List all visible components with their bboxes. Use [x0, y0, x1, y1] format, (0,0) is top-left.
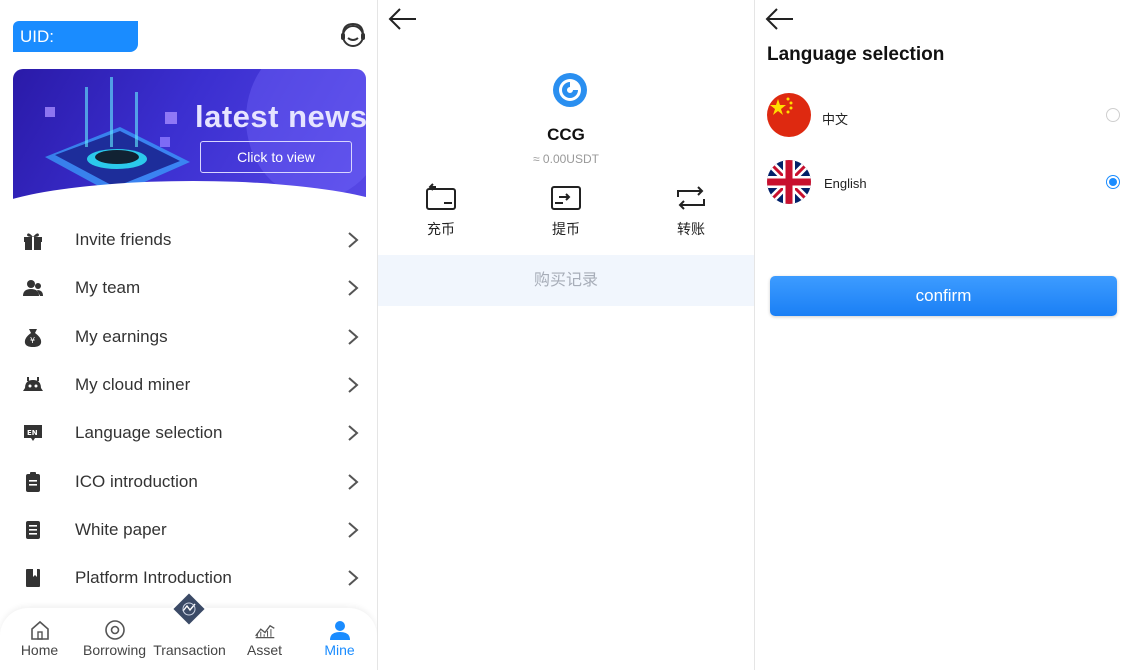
tab-label: Home: [20, 642, 59, 658]
chevron-right-icon: [348, 522, 359, 538]
language-label: English: [824, 176, 867, 191]
menu-item-label: My cloud miner: [75, 375, 191, 395]
exchange-diamond-icon[interactable]: [170, 590, 208, 628]
withdraw-label: 提币: [552, 221, 580, 237]
deposit-button[interactable]: 充币: [406, 183, 476, 239]
target-icon: [104, 620, 125, 640]
menu-item-label: My team: [75, 278, 141, 298]
money-bag-icon: ¥: [24, 328, 42, 347]
menu-item-label: Language selection: [75, 423, 223, 443]
bookmark-book-icon: [26, 569, 40, 588]
blockchain-illustration: [45, 77, 190, 195]
banner-headline: latest news: [195, 99, 366, 134]
chevron-right-icon: [348, 570, 359, 586]
gift-icon: [24, 233, 42, 251]
user-icon: [329, 621, 350, 640]
menu-item-label: My earnings: [75, 326, 168, 346]
radio-chinese[interactable]: [1106, 108, 1120, 122]
asset-detail-screen: CCG ≈ 0.00USDT 充币 提币 转账 购买记录: [378, 0, 754, 670]
language-option-chinese[interactable]: 中文: [755, 91, 1133, 141]
language-label: 中文: [822, 112, 849, 127]
menu-item-language-selection[interactable]: EN Language selection: [0, 409, 377, 457]
menu-item-invite-friends[interactable]: Invite friends: [0, 216, 377, 264]
transfer-label: 转账: [677, 221, 705, 237]
mine-menu: Invite friends My team ¥ My earnings My …: [0, 216, 377, 602]
deposit-icon: [426, 183, 456, 210]
team-icon: [23, 280, 43, 297]
chevron-right-icon: [348, 232, 359, 248]
transfer-button[interactable]: 转账: [656, 183, 726, 239]
click-to-view-button[interactable]: Click to view: [200, 141, 352, 173]
document-icon: [26, 471, 40, 492]
uk-flag-icon: [767, 160, 811, 204]
news-banner[interactable]: latest news Click to view: [13, 69, 366, 205]
language-selection-screen: Language selection 中文 English confirm: [755, 0, 1133, 670]
chevron-right-icon: [348, 280, 359, 297]
chevron-right-icon: [348, 425, 359, 442]
menu-item-label: Invite friends: [75, 230, 172, 250]
menu-item-label: ICO introduction: [75, 471, 198, 491]
menu-item-my-team[interactable]: My team: [0, 264, 377, 312]
chevron-right-icon: [348, 328, 359, 345]
language-option-english[interactable]: English: [755, 158, 1133, 208]
menu-item-white-paper[interactable]: White paper: [0, 506, 377, 554]
withdraw-button[interactable]: 提币: [531, 183, 601, 239]
ccg-coin-logo: [553, 73, 587, 107]
back-arrow-icon[interactable]: [763, 6, 797, 32]
chevron-right-icon: [348, 377, 359, 393]
menu-item-label: White paper: [75, 519, 167, 539]
svg-text:EN: EN: [27, 429, 38, 437]
back-arrow-icon[interactable]: [386, 6, 420, 32]
tab-label: Mine: [324, 642, 355, 658]
page-title: Language selection: [767, 44, 945, 65]
menu-item-label: Platform Introduction: [75, 568, 232, 588]
chart-icon: [254, 624, 275, 639]
confirm-button[interactable]: confirm: [770, 276, 1117, 316]
tab-label: Asset: [246, 642, 282, 658]
china-flag-icon: [767, 93, 811, 137]
uid-label: UID:: [13, 21, 138, 52]
purchase-records-tab[interactable]: 购买记录: [378, 255, 754, 306]
withdraw-icon: [551, 186, 581, 210]
tab-label: Transaction: [153, 642, 226, 658]
transfer-icon: [677, 186, 705, 210]
coin-name: CCG: [547, 125, 585, 144]
deposit-label: 充币: [427, 221, 455, 237]
chevron-right-icon: [348, 473, 359, 490]
menu-item-my-earnings[interactable]: ¥ My earnings: [0, 313, 377, 361]
tab-home[interactable]: Home: [2, 608, 77, 670]
menu-item-ico-introduction[interactable]: ICO introduction: [0, 457, 377, 505]
radio-english[interactable]: [1106, 175, 1120, 189]
svg-text:¥: ¥: [30, 336, 35, 345]
home-icon: [30, 620, 49, 640]
paper-icon: [26, 520, 40, 539]
tab-asset[interactable]: Asset: [227, 608, 302, 670]
customer-service-icon[interactable]: [338, 20, 368, 50]
tab-mine[interactable]: Mine: [302, 608, 377, 670]
tab-borrowing[interactable]: Borrowing: [77, 608, 152, 670]
cloud-miner-icon: [23, 377, 43, 392]
menu-item-my-cloud-miner[interactable]: My cloud miner: [0, 361, 377, 409]
coin-value: ≈ 0.00USDT: [533, 152, 599, 166]
tab-label: Borrowing: [82, 642, 147, 658]
mine-screen: UID: latest news Click to view Invite fr…: [0, 0, 377, 670]
language-en-icon: EN: [24, 425, 42, 442]
